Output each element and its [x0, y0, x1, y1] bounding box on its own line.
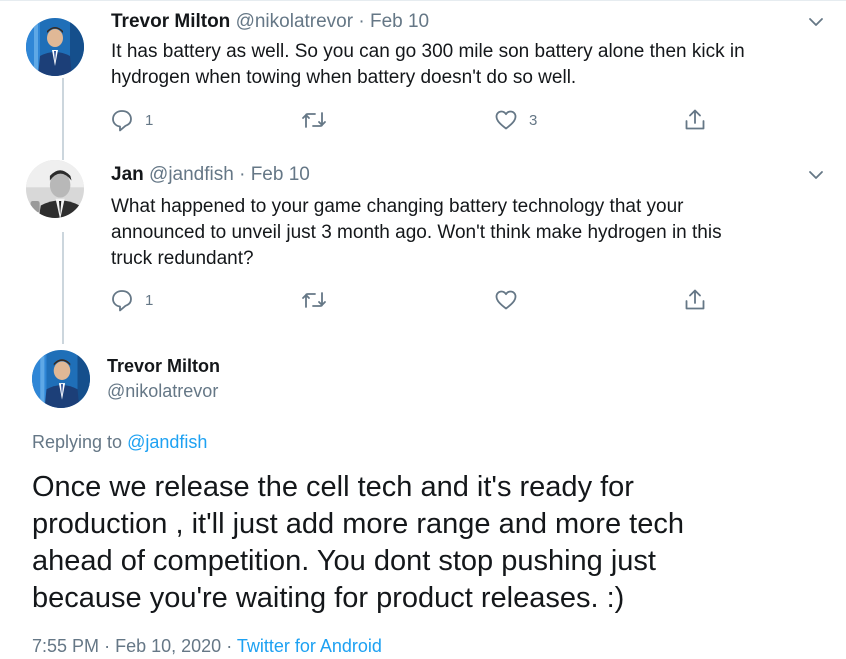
tweet-text: What happened to your game changing batt… — [111, 194, 831, 272]
share-button[interactable] — [682, 285, 708, 315]
author-handle[interactable]: @jandfish — [149, 164, 234, 185]
main-tweet-text-line: ahead of competition. You dont stop push… — [32, 545, 656, 577]
tweet-full-date[interactable]: Feb 10, 2020 — [115, 636, 221, 656]
replying-prefix: Replying to — [32, 432, 123, 452]
tweet-date[interactable]: Feb 10 — [370, 11, 429, 32]
tweet-date[interactable]: Feb 10 — [251, 164, 310, 185]
retweet-button[interactable] — [300, 105, 338, 135]
tweet-text-line: announced to unveil just 3 month ago. Wo… — [111, 222, 722, 243]
like-count: 3 — [529, 111, 538, 129]
tweet-text-line: What happened to your game changing batt… — [111, 196, 684, 217]
retweet-icon — [300, 107, 328, 133]
retweet-icon — [300, 287, 328, 313]
main-author-name[interactable]: Trevor Milton — [107, 355, 220, 377]
main-author-handle[interactable]: @nikolatrevor — [107, 380, 218, 402]
tweet-actions: 1 3 — [0, 105, 846, 135]
like-icon — [493, 107, 519, 133]
main-tweet-text: Once we release the cell tech and it's r… — [32, 469, 822, 617]
tweet-text: It has battery as well. So you can go 30… — [111, 39, 831, 91]
chevron-down-icon[interactable] — [806, 165, 826, 185]
share-icon — [682, 107, 708, 133]
separator-dot: · — [226, 636, 233, 656]
like-button[interactable] — [493, 285, 529, 315]
share-icon — [682, 287, 708, 313]
like-button[interactable]: 3 — [493, 105, 537, 135]
tweet-header: Jan @jandfish · Feb 10 — [111, 163, 310, 187]
replying-to: Replying to @jandfish — [32, 431, 207, 453]
separator-dot: · — [104, 636, 111, 656]
top-divider — [0, 0, 846, 1]
author-name[interactable]: Trevor Milton — [111, 11, 230, 32]
tweet-time[interactable]: 7:55 PM — [32, 636, 99, 656]
avatar[interactable] — [26, 160, 84, 218]
reply-icon — [109, 287, 135, 313]
separator-dot: · — [358, 11, 365, 32]
retweet-button[interactable] — [300, 285, 338, 315]
author-name[interactable]: Jan — [111, 164, 144, 185]
main-tweet-text-line: Once we release the cell tech and it's r… — [32, 471, 634, 503]
avatar[interactable] — [26, 18, 84, 76]
chevron-down-icon[interactable] — [806, 12, 826, 32]
separator-dot: · — [239, 164, 246, 185]
author-handle[interactable]: @nikolatrevor — [236, 11, 354, 32]
share-button[interactable] — [682, 105, 708, 135]
main-tweet-text-line: production , it'll just add more range a… — [32, 508, 684, 540]
main-tweet-text-line: because you're waiting for product relea… — [32, 582, 625, 614]
reply-button[interactable]: 1 — [109, 105, 153, 135]
avatar[interactable] — [32, 350, 90, 408]
tweet-meta: 7:55 PM · Feb 10, 2020 · Twitter for And… — [32, 635, 382, 657]
tweet-text-line: It has battery as well. So you can go 30… — [111, 41, 745, 62]
reply-count: 1 — [145, 111, 154, 129]
reply-button[interactable]: 1 — [109, 285, 153, 315]
tweet-source-link[interactable]: Twitter for Android — [237, 636, 382, 656]
like-icon — [493, 287, 519, 313]
tweet-actions: 1 — [0, 285, 846, 315]
reply-icon — [109, 107, 135, 133]
replying-to-link[interactable]: @jandfish — [127, 432, 207, 452]
reply-count: 1 — [145, 291, 154, 309]
tweet-text-line: hydrogen when towing when battery doesn'… — [111, 67, 577, 88]
tweet-text-line: truck redundant? — [111, 248, 254, 269]
tweet-header: Trevor Milton @nikolatrevor · Feb 10 — [111, 10, 429, 34]
